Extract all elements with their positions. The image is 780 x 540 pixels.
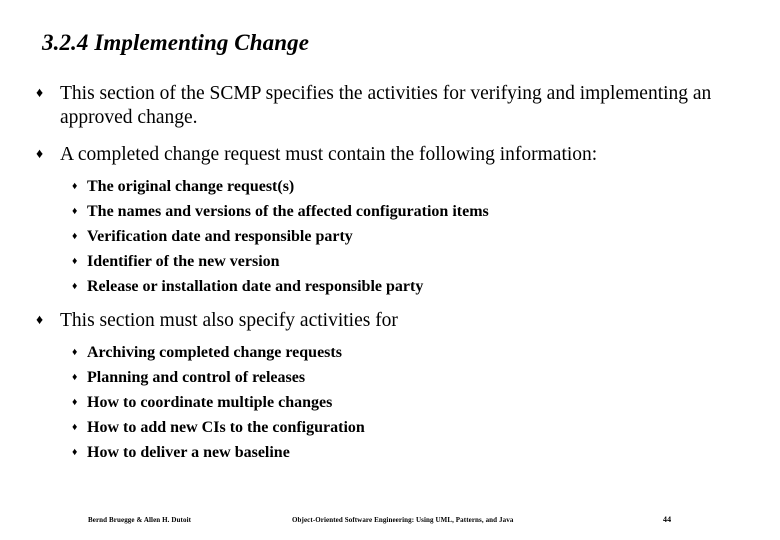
bullet-text-level1: A completed change request must contain … [60, 144, 598, 165]
bullet-item-level2: ♦ Archiving completed change requests [0, 340, 780, 365]
diamond-bullet-icon: ♦ [36, 313, 44, 328]
bullet-item-level1: ♦ This section of the SCMP specifies the… [0, 82, 780, 130]
bullet-item-level2: ♦ Release or installation date and respo… [0, 274, 780, 299]
footer-authors: Bernd Bruegge & Allen H. Dutoit [88, 516, 192, 524]
bullet-item-level1: ♦ A completed change request must contai… [0, 143, 780, 167]
bullet-item-level2: ♦ Planning and control of releases [0, 365, 780, 390]
diamond-bullet-icon: ♦ [72, 397, 78, 408]
bullet-text-level2: Identifier of the new version [87, 253, 280, 270]
footer-page-number: 44 [663, 515, 672, 524]
bullet-text-level2: How to coordinate multiple changes [87, 394, 333, 411]
bullet-text-level2: Planning and control of releases [87, 369, 306, 386]
diamond-bullet-icon: ♦ [72, 281, 78, 292]
bullet-text-level2: How to deliver a new baseline [87, 444, 290, 461]
slide-body: ♦ This section of the SCMP specifies the… [0, 82, 780, 465]
sublist-additional-activities: ♦ Archiving completed change requests ♦ … [0, 340, 780, 465]
bullet-text-level2: Archiving completed change requests [87, 344, 342, 361]
diamond-bullet-icon: ♦ [72, 347, 78, 358]
diamond-bullet-icon: ♦ [72, 256, 78, 267]
diamond-bullet-icon: ♦ [72, 206, 78, 217]
diamond-bullet-icon: ♦ [72, 231, 78, 242]
bullet-text-level2: How to add new CIs to the configuration [87, 419, 365, 436]
diamond-bullet-icon: ♦ [72, 181, 78, 192]
bullet-item-level2: ♦ Identifier of the new version [0, 249, 780, 274]
bullet-item-level2: ♦ Verification date and responsible part… [0, 224, 780, 249]
diamond-bullet-icon: ♦ [72, 447, 78, 458]
bullet-text-level2: The original change request(s) [87, 178, 295, 195]
diamond-bullet-icon: ♦ [72, 422, 78, 433]
diamond-bullet-icon: ♦ [36, 147, 44, 162]
sublist-change-request-contents: ♦ The original change request(s) ♦ The n… [0, 174, 780, 299]
bullet-text-level2: Verification date and responsible party [87, 228, 353, 245]
bullet-text-level1: This section must also specify activitie… [60, 310, 398, 331]
bullet-item-level2: ♦ How to add new CIs to the configuratio… [0, 415, 780, 440]
bullet-item-level2: ♦ How to deliver a new baseline [0, 440, 780, 465]
bullet-text-level2: The names and versions of the affected c… [87, 203, 489, 220]
bullet-item-level2: ♦ The names and versions of the affected… [0, 199, 780, 224]
bullet-item-level2: ♦ The original change request(s) [0, 174, 780, 199]
slide-canvas: 3.2.4 Implementing Change ♦ This section… [0, 0, 780, 540]
footer-book-title: Object-Oriented Software Engineering: Us… [292, 516, 514, 524]
diamond-bullet-icon: ♦ [72, 372, 78, 383]
diamond-bullet-icon: ♦ [36, 86, 44, 101]
bullet-text-level2: Release or installation date and respons… [87, 278, 424, 295]
bullet-item-level1: ♦ This section must also specify activit… [0, 309, 780, 333]
page-title: 3.2.4 Implementing Change [42, 30, 310, 55]
bullet-item-level2: ♦ How to coordinate multiple changes [0, 390, 780, 415]
bullet-text-level1: This section of the SCMP specifies the a… [60, 83, 712, 128]
slide-footer: Bernd Bruegge & Allen H. Dutoit Object-O… [0, 513, 780, 527]
